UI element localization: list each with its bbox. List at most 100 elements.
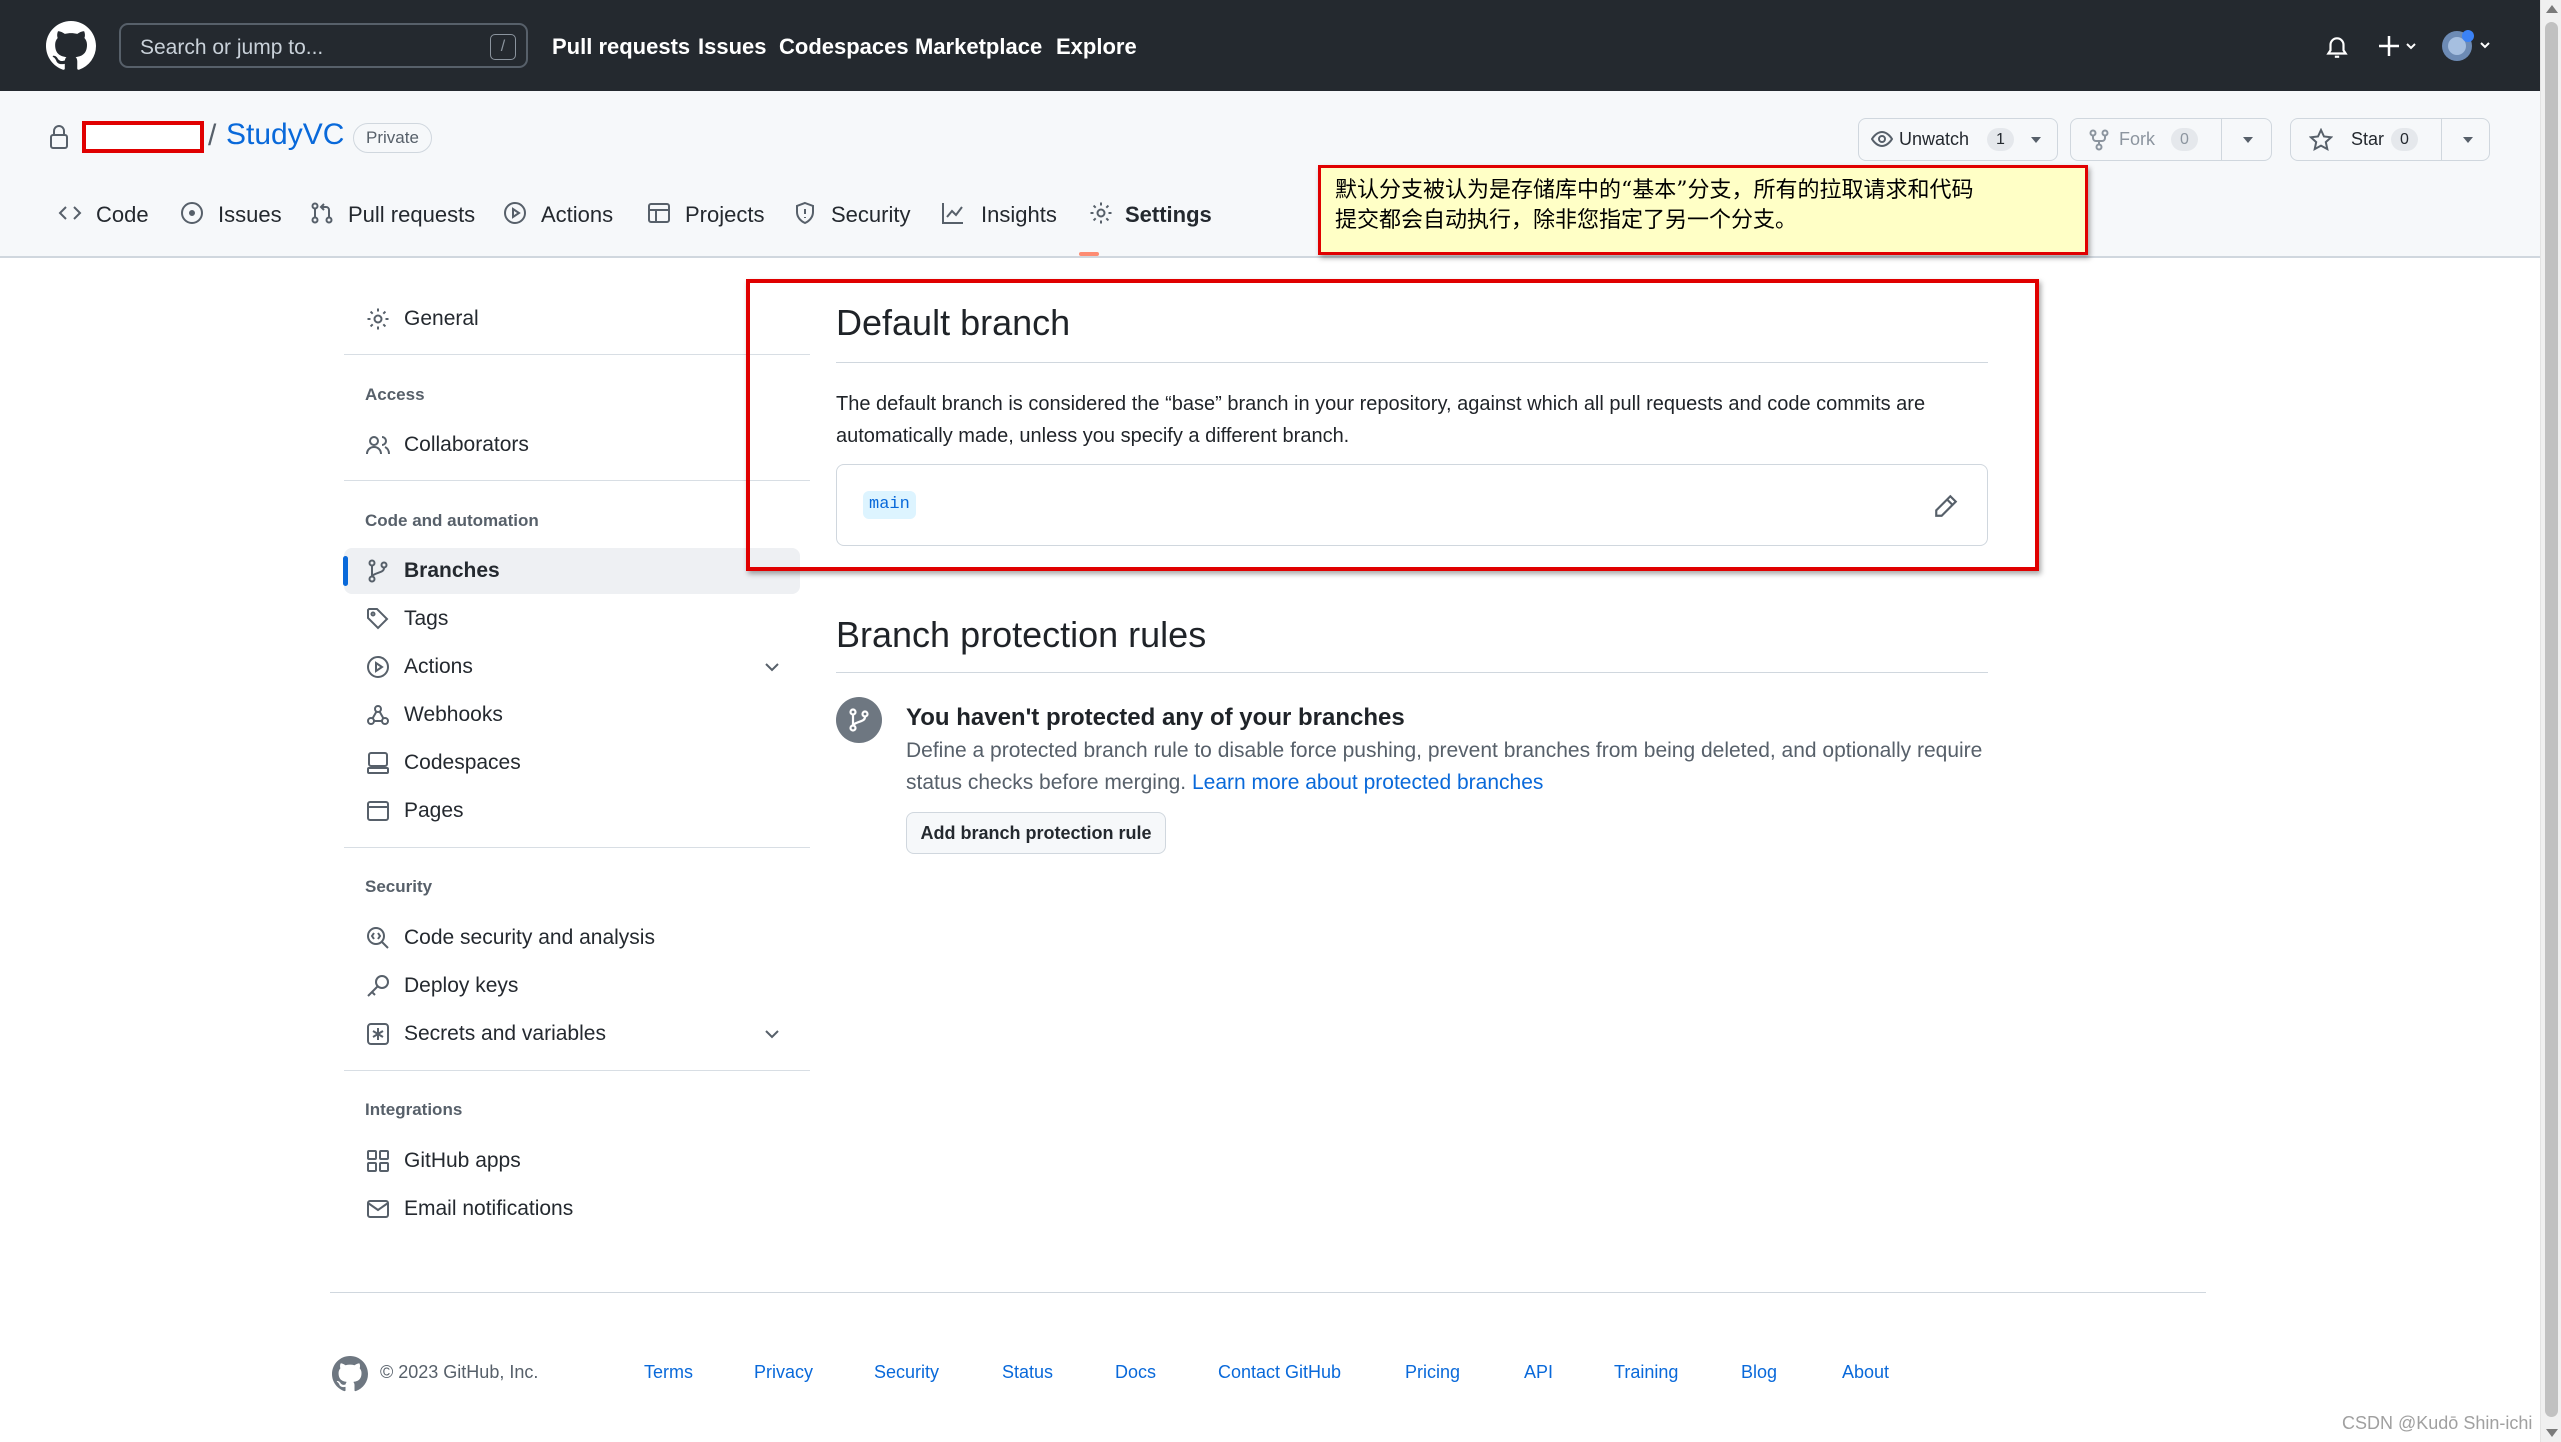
github-logo-icon[interactable] [332,1356,368,1392]
sidebar-item-label: Collaborators [404,433,529,456]
sidebar-item-codespaces[interactable]: Codespaces [344,740,800,786]
footer-link-blog[interactable]: Blog [1741,1362,1777,1383]
learn-more-link[interactable]: Learn more about protected branches [1192,771,1543,794]
sidebar-item-github-apps[interactable]: GitHub apps [344,1138,800,1184]
star-divider [2441,119,2442,160]
sidebar-item-branches[interactable]: Branches [343,548,800,594]
sidebar-heading-code-automation: Code and automation [365,511,539,530]
codescan-icon [367,927,389,949]
fork-button[interactable]: Fork 0 [2070,118,2272,161]
sidebar-item-general[interactable]: General [344,296,800,342]
sidebar-divider [344,847,810,848]
footer-link-about[interactable]: About [1842,1362,1889,1383]
sidebar-item-webhooks[interactable]: Webhooks [344,692,800,738]
unwatch-label: Unwatch [1899,129,1970,149]
footer-link-contact[interactable]: Contact GitHub [1218,1362,1341,1383]
sidebar-item-label: Secrets and variables [404,1022,606,1045]
repository-header: / StudyVC Private Unwatch 1 Fork 0 Star … [0,91,2540,258]
create-new-dropdown-icon[interactable] [2377,32,2419,60]
key-icon [367,975,389,997]
sidebar-item-secrets[interactable]: Secrets and variables [344,1011,800,1057]
webhook-icon [367,705,389,725]
global-header: Search or jump to... / Pull requests Iss… [0,0,2540,91]
sidebar-item-label: GitHub apps [404,1149,521,1172]
footer-link-api[interactable]: API [1524,1362,1553,1383]
sidebar-item-deploy-keys[interactable]: Deploy keys [344,963,800,1009]
lock-icon [50,125,68,149]
pull-request-icon [311,202,333,224]
eye-icon [1871,130,1893,148]
footer-link-status[interactable]: Status [1002,1362,1053,1383]
heading-divider [836,672,1988,673]
footer-link-training[interactable]: Training [1614,1362,1678,1383]
footer-link-security[interactable]: Security [874,1362,939,1383]
sidebar-item-label: Codespaces [404,751,521,774]
footer-link-terms[interactable]: Terms [644,1362,693,1383]
sidebar-item-code-security[interactable]: Code security and analysis [344,915,800,961]
sidebar-item-label: Email notifications [404,1197,574,1220]
sidebar-item-label: Branches [404,559,500,582]
search-placeholder: Search or jump to... [140,36,324,59]
play-icon [367,656,389,678]
nav-codespaces[interactable]: Codespaces [779,34,909,60]
footer-copyright: © 2023 GitHub, Inc. [380,1362,539,1382]
sidebar-divider [344,480,810,481]
tag-icon [367,608,389,630]
tab-actions-label: Actions [541,202,614,227]
shield-icon [796,201,814,225]
redacted-owner-name [82,121,204,153]
footer-divider [330,1292,2206,1293]
fork-options-chevron-icon[interactable] [2241,135,2255,145]
play-icon [504,202,526,224]
search-input[interactable]: Search or jump to... / [119,23,528,68]
fork-divider [2221,119,2222,160]
star-list-chevron-icon[interactable] [2461,135,2475,145]
sidebar-divider [344,354,810,355]
scroll-down-arrow-icon[interactable] [2546,1429,2558,1437]
sidebar-item-actions[interactable]: Actions [344,644,800,690]
add-branch-protection-rule-button[interactable]: Add branch protection rule [906,812,1166,854]
user-avatar-icon[interactable] [2441,30,2491,62]
nav-marketplace[interactable]: Marketplace [915,34,1042,60]
chevron-down-icon[interactable] [762,1024,782,1044]
fork-icon [2089,129,2109,151]
graph-icon [942,203,963,224]
repository-name-link[interactable]: StudyVC [226,118,344,152]
unwatch-button[interactable]: Unwatch 1 [1858,118,2058,161]
blank-state-description: Define a protected branch rule to disabl… [906,735,2016,799]
sidebar-item-pages[interactable]: Pages [344,788,800,834]
gear-icon [367,308,389,330]
sidebar-item-email-notifications[interactable]: Email notifications [344,1186,800,1232]
sidebar-item-label: Actions [404,655,473,678]
asterisk-icon [367,1023,389,1045]
footer-link-docs[interactable]: Docs [1115,1362,1156,1383]
scrollbar-thumb[interactable] [2545,22,2558,1417]
nav-pull-requests[interactable]: Pull requests [552,34,690,60]
people-icon [366,436,390,455]
github-logo-icon[interactable] [46,21,96,71]
nav-explore[interactable]: Explore [1056,34,1137,60]
chevron-down-icon[interactable] [762,657,782,677]
star-icon [2309,128,2333,152]
tab-insights-label: Insights [981,202,1057,227]
annotation-line-1: 默认分支被认为是存储库中的“基本”分支，所有的拉取请求和代码 [1335,178,1974,203]
sidebar-item-tags[interactable]: Tags [344,596,800,642]
star-button[interactable]: Star 0 [2290,118,2490,161]
gear-icon [1090,202,1112,224]
scroll-up-arrow-icon[interactable] [2546,5,2558,13]
mail-icon [367,1200,389,1218]
nav-issues[interactable]: Issues [698,34,767,60]
bell-icon[interactable] [2324,33,2350,61]
footer-link-pricing[interactable]: Pricing [1405,1362,1460,1383]
footer-link-privacy[interactable]: Privacy [754,1362,813,1383]
apps-icon [367,1150,389,1172]
codespaces-icon [367,752,389,774]
blank-state-title: You haven't protected any of your branch… [906,704,1405,731]
branch-icon [849,708,869,732]
sidebar-item-label: Pages [404,799,464,822]
sidebar-heading-security: Security [365,877,433,896]
branch-protection-heading: Branch protection rules [836,614,1207,655]
page-scrollbar[interactable] [2540,0,2561,1442]
sidebar-item-collaborators[interactable]: Collaborators [344,422,800,468]
code-icon [58,206,82,220]
